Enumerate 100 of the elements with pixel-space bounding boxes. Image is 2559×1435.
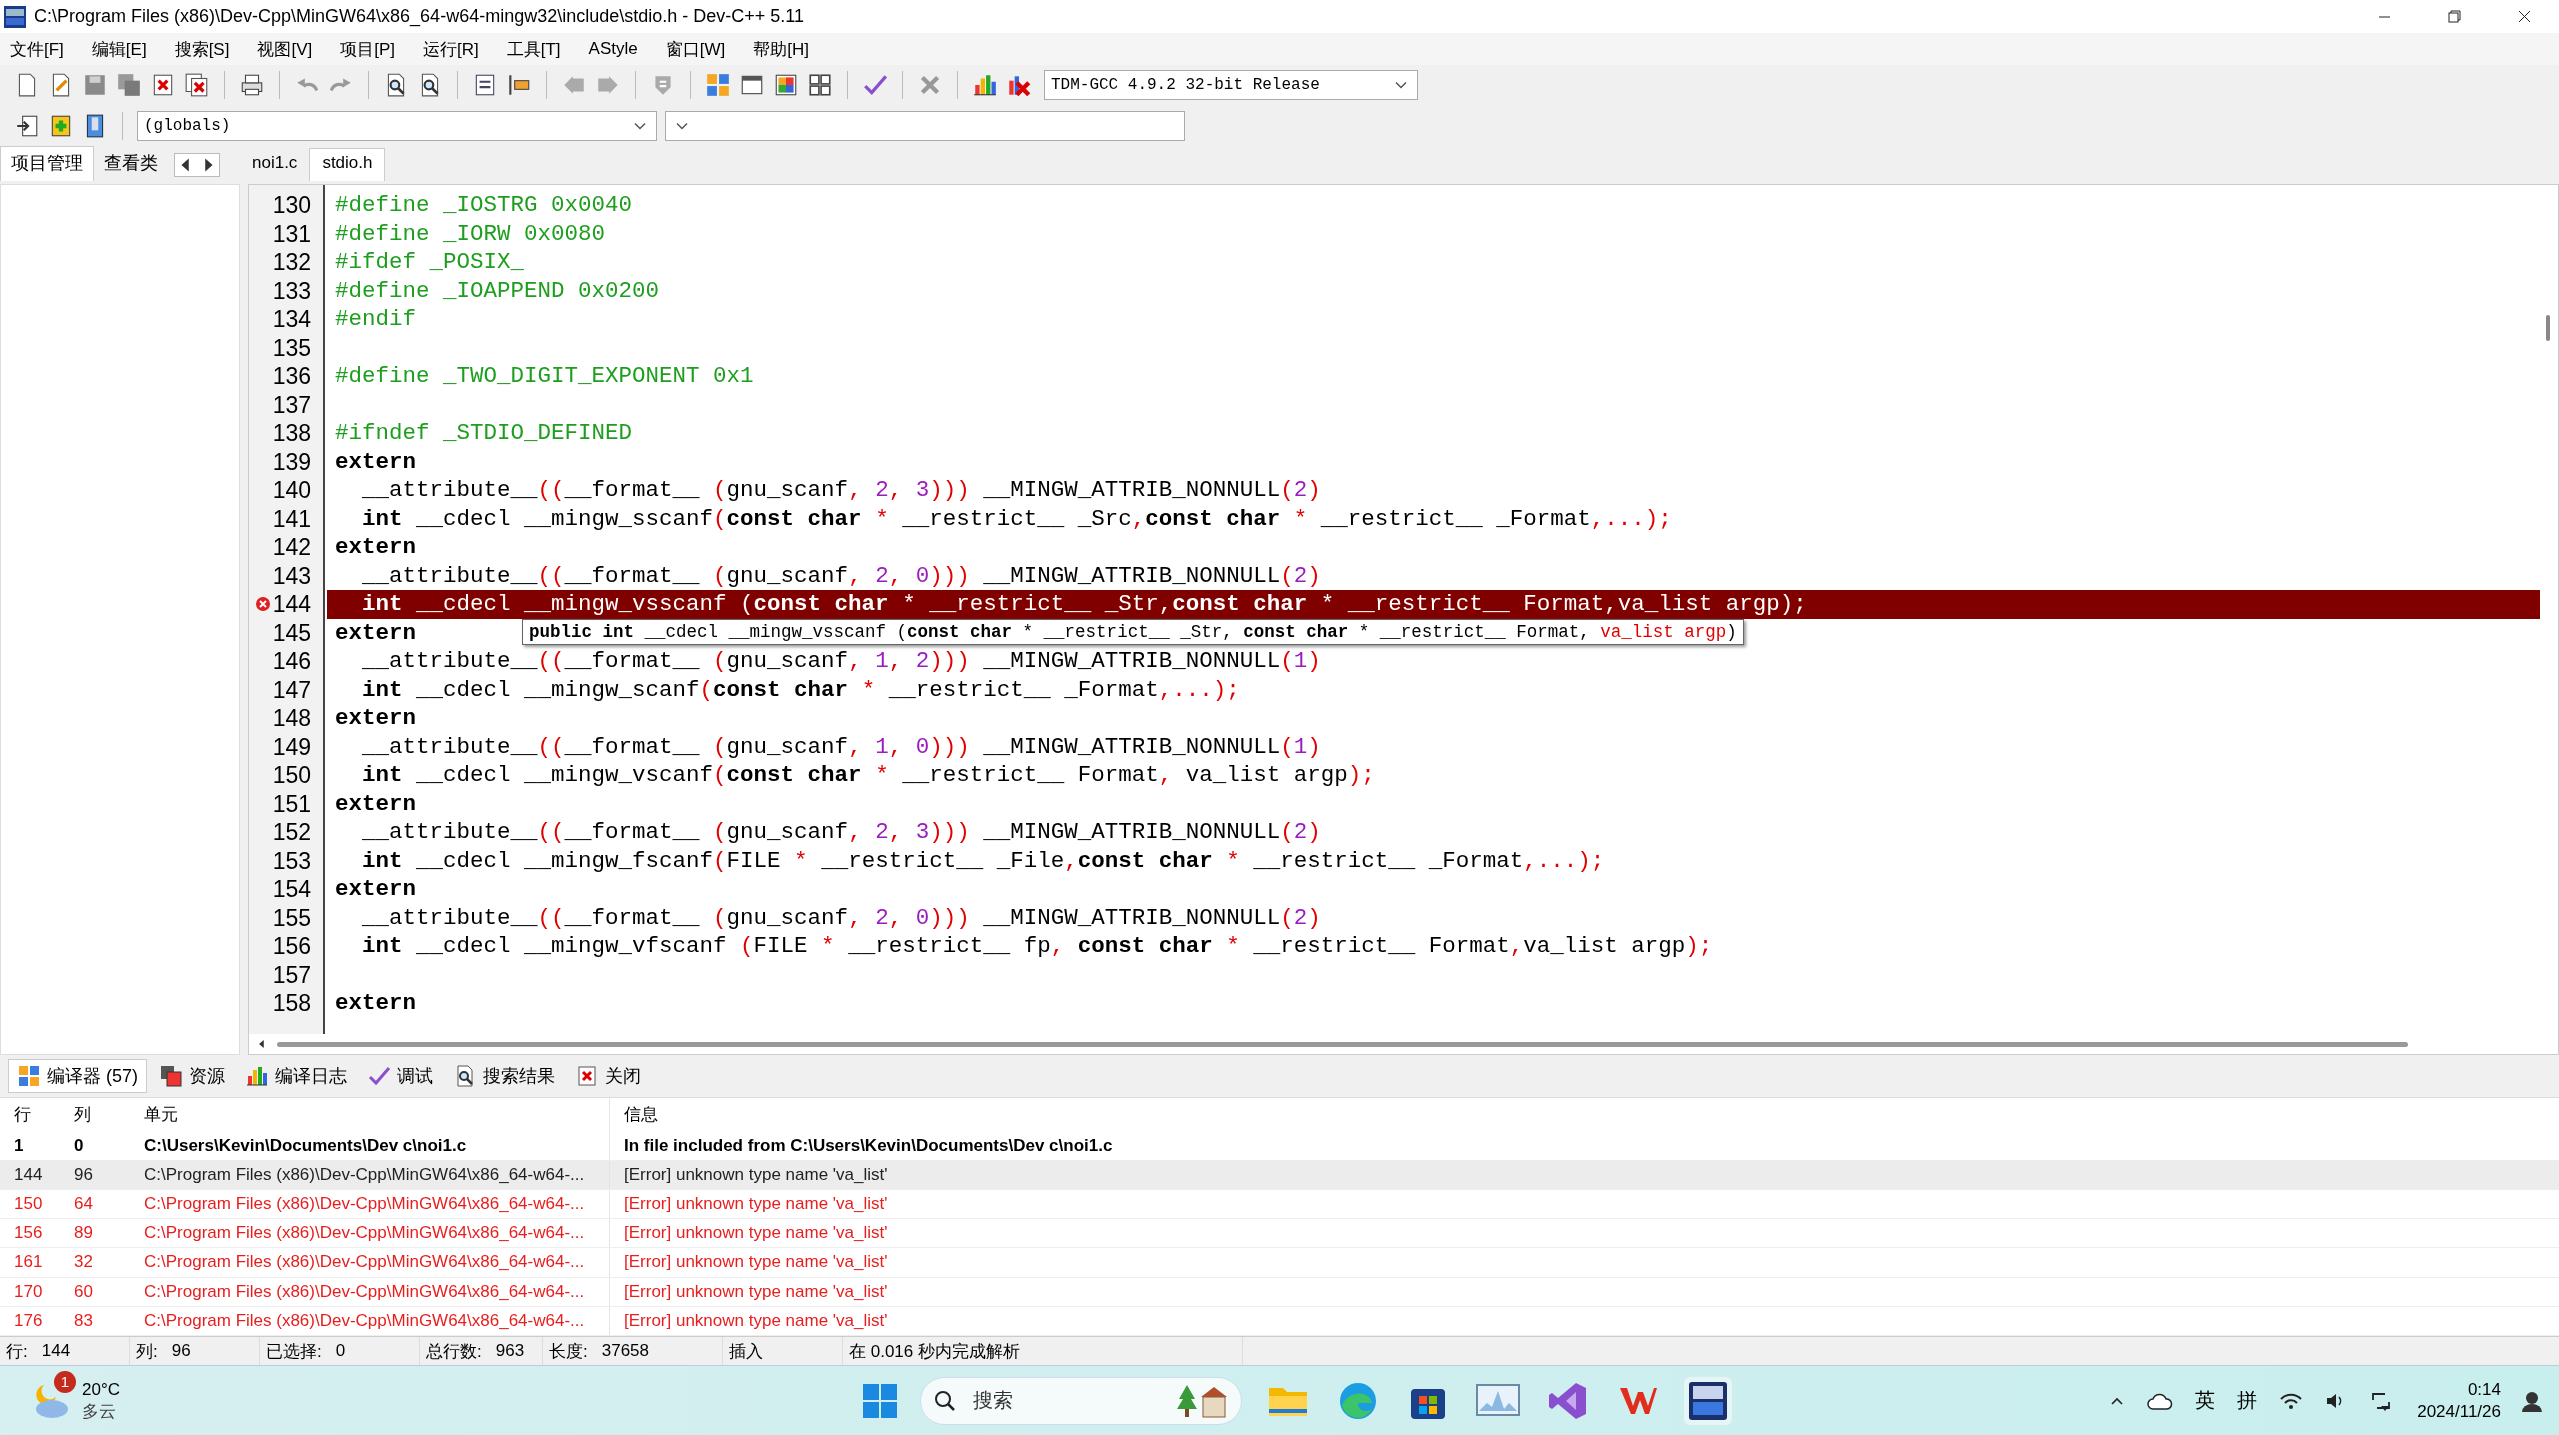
cloud-icon[interactable] <box>2147 1391 2174 1410</box>
close-all-icon[interactable] <box>184 72 210 98</box>
code-line: extern <box>334 618 416 647</box>
table-cell-text: 161 <box>13 1252 44 1273</box>
output-tab[interactable]: 编译日志 <box>237 1060 355 1092</box>
menu-item[interactable]: 运行[R] <box>421 35 481 63</box>
input-method-indicator[interactable]: 英 <box>2195 1387 2216 1414</box>
message-row[interactable]: 176 83 C:\Program Files (x86)\Dev-Cpp\MinGW64\x86_64-w64-... [Error] unknown type name 'va_list' <box>0 1306 2559 1336</box>
menu-item[interactable]: 文件[F] <box>8 35 66 63</box>
line-number: 146 <box>272 647 311 676</box>
status-value: 37658 <box>601 1341 649 1361</box>
line-number: 144 <box>272 590 311 619</box>
line-number: 132 <box>272 248 311 277</box>
ribbon-logo-icon[interactable] <box>1548 1380 1588 1421</box>
code-line: __attribute__((__format__ (gnu_scanf, 1, 0))) __MINGW_ATTRIB_NONNULL(1) <box>361 732 1321 761</box>
line-number: 136 <box>272 362 311 391</box>
monitor-chart-icon[interactable] <box>1476 1382 1520 1419</box>
table-cell: C:\Program Files (x86)\Dev-Cpp\MinGW64\x86_64-w64-... <box>130 1306 610 1335</box>
table-cell-text: 0 <box>73 1135 85 1156</box>
print-icon[interactable] <box>239 72 265 98</box>
grid-icon[interactable] <box>807 72 833 98</box>
code-line: #ifdef _POSIX_ <box>334 248 525 277</box>
line-number: 150 <box>272 761 311 790</box>
file-tab[interactable]: noi1.c <box>240 149 310 181</box>
compile-icon[interactable] <box>705 72 731 98</box>
column-header[interactable]: 信息 <box>610 1103 2559 1127</box>
table-cell: C:\Program Files (x86)\Dev-Cpp\MinGW64\x86_64-w64-... <box>130 1277 610 1306</box>
code-line: __attribute__((__format__ (gnu_scanf, 2, 0))) __MINGW_ATTRIB_NONNULL(2) <box>361 561 1321 590</box>
code-line: extern <box>334 989 416 1018</box>
menu-item[interactable]: 视图[V] <box>255 35 315 63</box>
compiler-dropdown[interactable]: TDM-GCC 4.9.2 32-bit Release <box>1044 70 1418 100</box>
clock-date[interactable]: 2024/11/26 <box>2417 1400 2501 1423</box>
table-cell-text: [Error] unknown type name 'va_list' <box>623 1223 889 1244</box>
message-row[interactable]: 170 60 C:\Program Files (x86)\Dev-Cpp\MinGW64\x86_64-w64-... [Error] unknown type name 'va_list' <box>0 1277 2559 1307</box>
code-line: int __cdecl __mingw_sscanf(const char * __restrict__ _Src,const char * __restrict__ _Format,...); <box>361 504 1672 533</box>
message-row[interactable]: 144 96 C:\Program Files (x86)\Dev-Cpp\MinGW64\x86_64-w64-... [Error] unknown type name 'va_list' <box>0 1160 2559 1190</box>
column-header[interactable]: 单元 <box>130 1098 610 1132</box>
message-row[interactable]: 150 64 C:\Program Files (x86)\Dev-Cpp\MinGW64\x86_64-w64-... [Error] unknown type name 'va_list' <box>0 1190 2559 1220</box>
table-cell-text: 176 <box>13 1310 44 1331</box>
message-row[interactable]: 161 32 C:\Program Files (x86)\Dev-Cpp\MinGW64\x86_64-w64-... [Error] unknown type name 'va_list' <box>0 1248 2559 1278</box>
status-label: 列: <box>136 1340 158 1363</box>
scope-dropdown[interactable]: (globals) <box>137 111 657 141</box>
signature-tooltip: public int __cdecl __mingw_vsscanf (const char * __restrict__ _Str, const char * __restrict__ Format, va_list argp) <box>522 618 1744 645</box>
dev-cpp-icon[interactable] <box>1688 1380 1728 1421</box>
indent-icon[interactable] <box>506 72 532 98</box>
column-header[interactable]: 行 <box>0 1103 60 1127</box>
code-line: extern <box>334 533 416 562</box>
code-line: int __cdecl __mingw_scanf(const char * __restrict__ _Format,...); <box>361 675 1240 704</box>
menu-item[interactable]: 窗口[W] <box>663 35 728 63</box>
search-icon <box>933 1388 957 1413</box>
save-icon[interactable] <box>82 72 108 98</box>
file-tab[interactable]: stdio.h <box>309 148 386 181</box>
output-tab[interactable]: 调试 <box>359 1060 441 1092</box>
check-icon <box>367 1064 391 1088</box>
menu-item[interactable]: 工具[T] <box>504 35 563 63</box>
panel-tab[interactable]: 查看类 <box>94 147 168 181</box>
table-cell: C:\Program Files (x86)\Dev-Cpp\MinGW64\x86_64-w64-... <box>130 1190 610 1219</box>
table-cell-text: [Error] unknown type name 'va_list' <box>623 1310 889 1331</box>
table-cell-text: 89 <box>73 1223 94 1244</box>
message-row[interactable]: 1 0 C:\Users\Kevin\Documents\Dev c\noi1.c In file included from C:\Users\Kevin\Documents\Dev c\noi1.c <box>0 1131 2559 1161</box>
start-icon[interactable] <box>862 1382 898 1419</box>
output-tab[interactable]: 编译器 (57) <box>8 1059 147 1093</box>
column-header[interactable]: 列 <box>60 1103 130 1127</box>
menu-item[interactable]: 编辑[E] <box>89 35 149 63</box>
output-tab[interactable]: 资源 <box>151 1060 233 1092</box>
step-into-icon[interactable] <box>14 113 40 139</box>
code-line: extern <box>334 704 416 733</box>
clock-time[interactable]: 0:14 <box>2467 1378 2501 1401</box>
status-label: 总行数: <box>426 1340 482 1363</box>
table-cell: C:\Program Files (x86)\Dev-Cpp\MinGW64\x86_64-w64-... <box>130 1248 610 1277</box>
menu-item[interactable]: 搜索[S] <box>172 35 232 63</box>
message-row[interactable]: 156 89 C:\Program Files (x86)\Dev-Cpp\MinGW64\x86_64-w64-... [Error] unknown type name 'va_list' <box>0 1219 2559 1249</box>
save-all-icon[interactable] <box>116 72 142 98</box>
window-title: C:\Program Files (x86)\Dev-Cpp\MinGW64\x86_64-w64-mingw32\include\stdio.h - Dev-C++ 5.11 <box>34 6 805 27</box>
line-number: 137 <box>272 390 311 419</box>
status-label: 行: <box>6 1340 28 1363</box>
pages-icon <box>159 1064 183 1088</box>
line-number: 131 <box>272 219 311 248</box>
check-icon[interactable] <box>862 72 888 98</box>
search-field[interactable]: 搜索 <box>920 1376 1242 1425</box>
line-number: 154 <box>272 875 311 904</box>
menu-item[interactable]: 帮助[H] <box>751 35 811 63</box>
table-cell-text: 32 <box>73 1252 94 1273</box>
menu-item[interactable]: AStyle <box>586 37 640 61</box>
panel-tab[interactable]: 项目管理 <box>0 146 94 181</box>
menu-item[interactable]: 项目[P] <box>338 35 398 63</box>
table-cell-text: 1 <box>13 1135 25 1156</box>
output-tab[interactable]: 关闭 <box>567 1060 649 1092</box>
weather-condition: 多云 <box>82 1400 117 1423</box>
code-line: #define _IOSTRG 0x0040 <box>334 191 633 220</box>
line-number: 130 <box>272 191 311 220</box>
table-cell-text: [Error] unknown type name 'va_list' <box>623 1164 889 1185</box>
code-line: extern <box>334 447 416 476</box>
code-line: int __cdecl __mingw_vscanf(const char * __restrict__ Format, va_list argp); <box>361 761 1375 790</box>
input-method-indicator[interactable]: 拼 <box>2237 1387 2258 1414</box>
output-tab[interactable]: 搜索结果 <box>445 1060 563 1092</box>
bar-chart-icon[interactable] <box>972 72 998 98</box>
table-cell-text: 60 <box>73 1281 94 1302</box>
line-number: 148 <box>272 704 311 733</box>
color-grid-icon[interactable] <box>773 72 799 98</box>
